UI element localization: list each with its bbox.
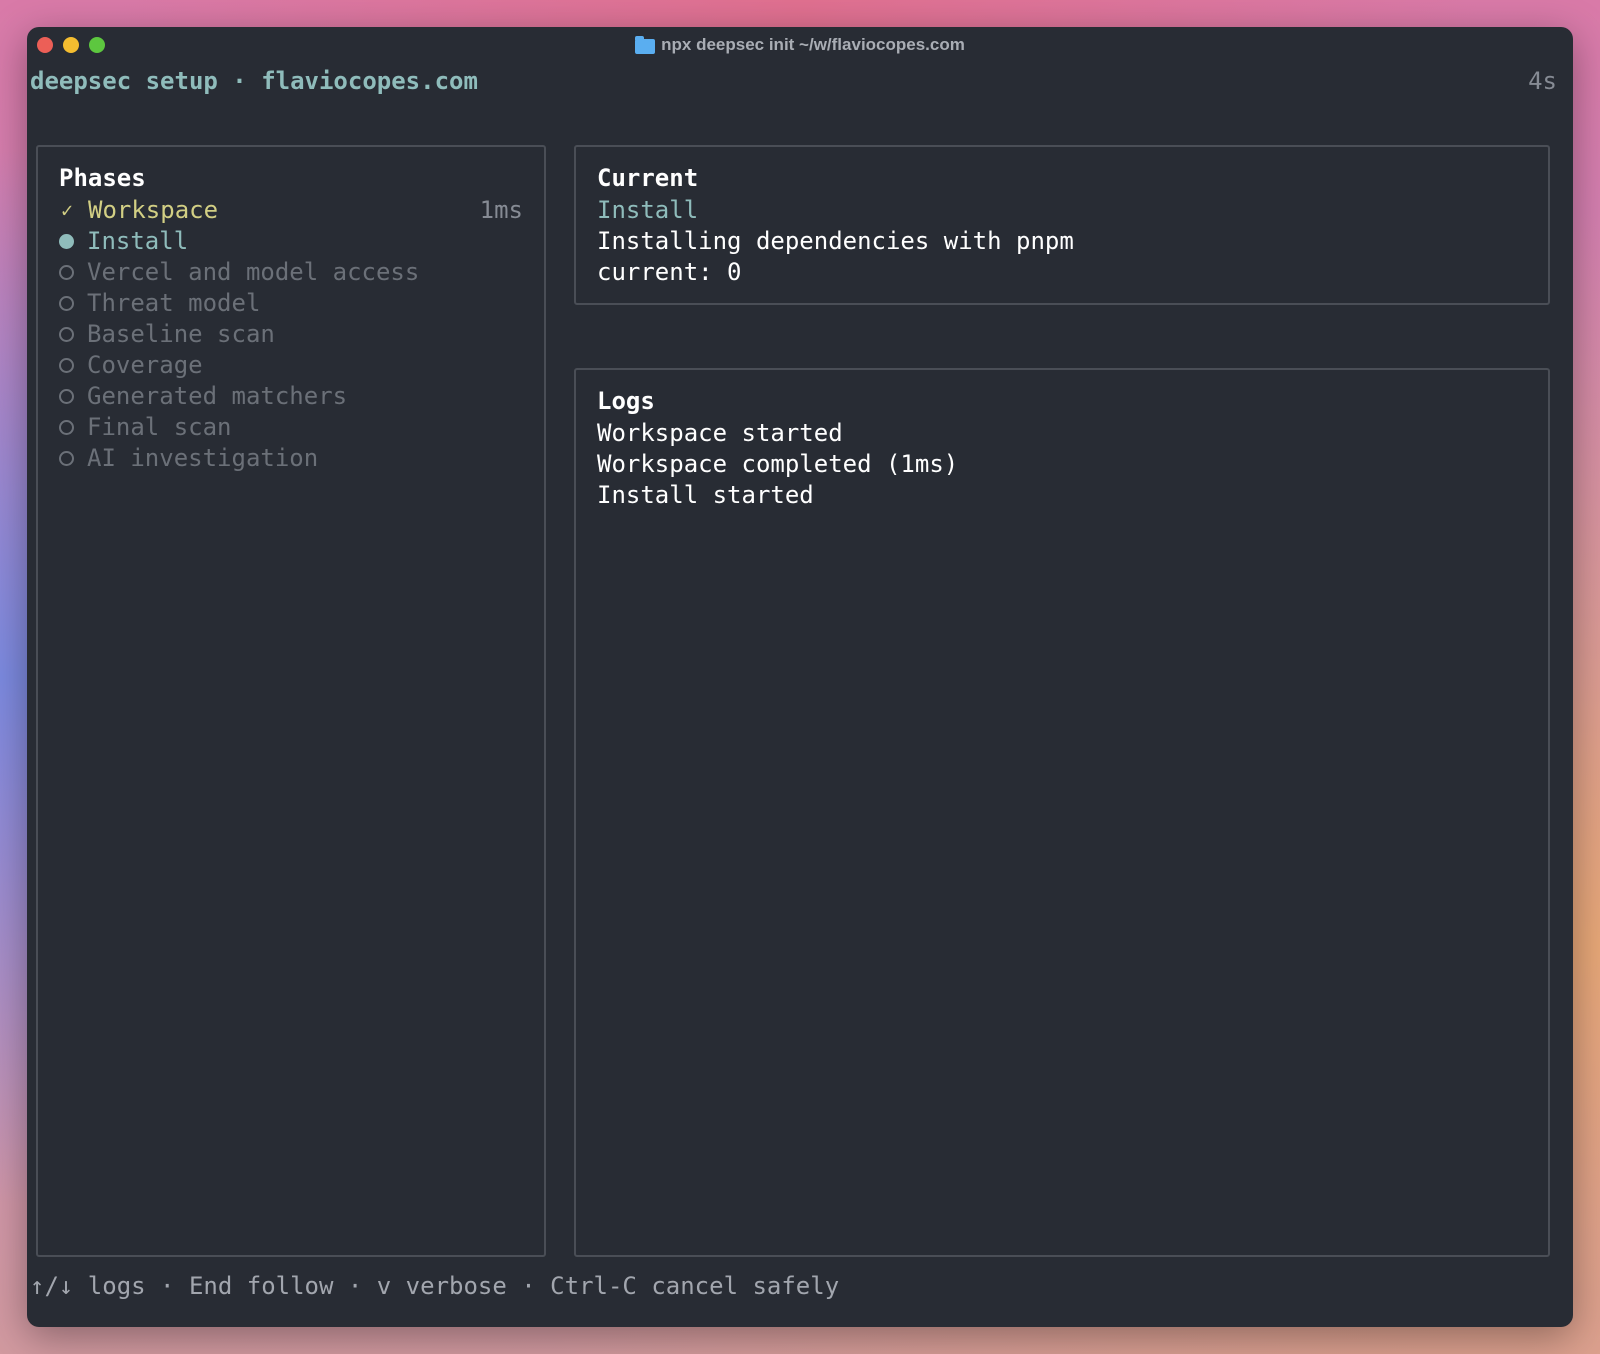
- empty-circle-icon: [59, 419, 74, 435]
- phase-item-ai-investigation: AI investigation: [59, 443, 523, 473]
- log-line: Workspace started: [597, 419, 843, 447]
- current-phase-description: Installing dependencies with pnpm: [597, 227, 1074, 255]
- current-title: Current: [597, 164, 699, 192]
- phase-label: AI investigation: [87, 444, 319, 472]
- folder-icon: [635, 35, 656, 54]
- check-icon: ✓: [60, 198, 74, 222]
- phase-item-final-scan: Final scan: [59, 412, 523, 442]
- phase-item-install: Install: [59, 226, 523, 256]
- window-title-text: npx deepsec init ~/w/flaviocopes.com: [661, 35, 965, 54]
- empty-circle-icon: [59, 357, 74, 373]
- phase-item-coverage: Coverage: [59, 350, 523, 380]
- app-header-title: deepsec setup · flaviocopes.com: [30, 67, 478, 95]
- empty-circle-icon: [59, 326, 74, 342]
- empty-circle-icon: [59, 450, 74, 466]
- filled-dot-icon: [59, 233, 74, 249]
- phase-label: Coverage: [87, 351, 203, 379]
- phase-label: Baseline scan: [87, 320, 275, 348]
- phase-item-threat-model: Threat model: [59, 288, 523, 318]
- phase-item-generated-matchers: Generated matchers: [59, 381, 523, 411]
- current-panel: Current Install Installing dependencies …: [574, 145, 1550, 305]
- title-bar: npx deepsec init ~/w/flaviocopes.com: [27, 27, 1573, 63]
- phase-label: Generated matchers: [87, 382, 348, 410]
- empty-circle-icon: [59, 264, 74, 280]
- current-counter: current: 0: [597, 258, 742, 286]
- phase-label: Vercel and model access: [87, 258, 420, 286]
- log-line: Workspace completed (1ms): [597, 450, 959, 478]
- phase-label: Threat model: [87, 289, 261, 317]
- log-line: Install started: [597, 481, 814, 509]
- empty-circle-icon: [59, 295, 74, 311]
- logs-panel[interactable]: Logs Workspace started Workspace complet…: [574, 368, 1550, 1257]
- current-phase-name: Install: [597, 196, 699, 224]
- window-title: npx deepsec init ~/w/flaviocopes.com: [27, 27, 1573, 63]
- keyboard-hints: ↑/↓ logs · End follow · v verbose · Ctrl…: [30, 1272, 840, 1300]
- phases-panel: Phases ✓ Workspace 1ms Install Vercel an…: [36, 145, 546, 1257]
- logs-title: Logs: [597, 387, 655, 415]
- terminal-window: npx deepsec init ~/w/flaviocopes.com dee…: [27, 27, 1573, 1327]
- phase-item-vercel-and-model-access: Vercel and model access: [59, 257, 523, 287]
- phase-label: Install: [87, 227, 189, 255]
- phase-duration: 1ms: [479, 196, 523, 224]
- phases-title: Phases: [59, 164, 146, 192]
- phase-item-workspace: ✓ Workspace 1ms: [59, 195, 523, 225]
- phase-item-baseline-scan: Baseline scan: [59, 319, 523, 349]
- empty-circle-icon: [59, 388, 74, 404]
- phase-label: Final scan: [87, 413, 232, 441]
- elapsed-time: 4s: [1528, 67, 1557, 95]
- phase-label: Workspace: [88, 196, 219, 224]
